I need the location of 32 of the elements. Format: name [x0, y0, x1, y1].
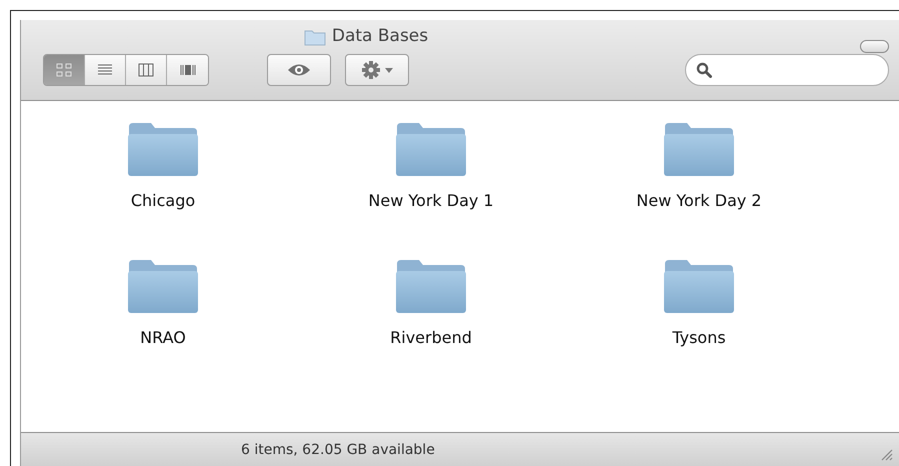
folder-icon[interactable]: [663, 121, 735, 177]
folder-name[interactable]: Tysons: [672, 326, 726, 350]
eye-icon: [287, 63, 311, 77]
toolbar-toggle-button[interactable]: [860, 40, 889, 53]
folder-name[interactable]: NRAO: [140, 326, 186, 350]
icon-view-button[interactable]: [44, 55, 85, 85]
search-field[interactable]: [685, 54, 889, 86]
window-title: Data Bases: [332, 25, 428, 48]
quick-look-button[interactable]: [267, 54, 331, 86]
view-icon: [97, 63, 113, 77]
folder-icon[interactable]: [395, 258, 467, 314]
folder-name[interactable]: Riverbend: [390, 326, 472, 350]
list-view-button[interactable]: [85, 55, 126, 85]
cover-flow-button[interactable]: [167, 55, 208, 85]
folder-name[interactable]: New York Day 1: [368, 189, 494, 213]
view-icon: [180, 63, 196, 77]
folder-icon[interactable]: [395, 121, 467, 177]
folder-icon: [304, 28, 326, 46]
view-icon: [138, 63, 154, 77]
search-icon: [696, 62, 712, 78]
folder-icon[interactable]: [127, 121, 199, 177]
folder-name[interactable]: New York Day 2: [636, 189, 762, 213]
folder-icon[interactable]: [663, 258, 735, 314]
folder-name[interactable]: Chicago: [130, 189, 196, 213]
status-text: 6 items, 62.05 GB available: [241, 440, 435, 460]
folder-icon[interactable]: [127, 258, 199, 314]
column-view-button[interactable]: [126, 55, 167, 85]
caret-icon: [385, 68, 393, 72]
gear-icon: [361, 60, 381, 80]
resize-grip-icon[interactable]: [881, 449, 893, 461]
action-menu-button[interactable]: [345, 54, 409, 86]
view-icon: [56, 63, 72, 77]
